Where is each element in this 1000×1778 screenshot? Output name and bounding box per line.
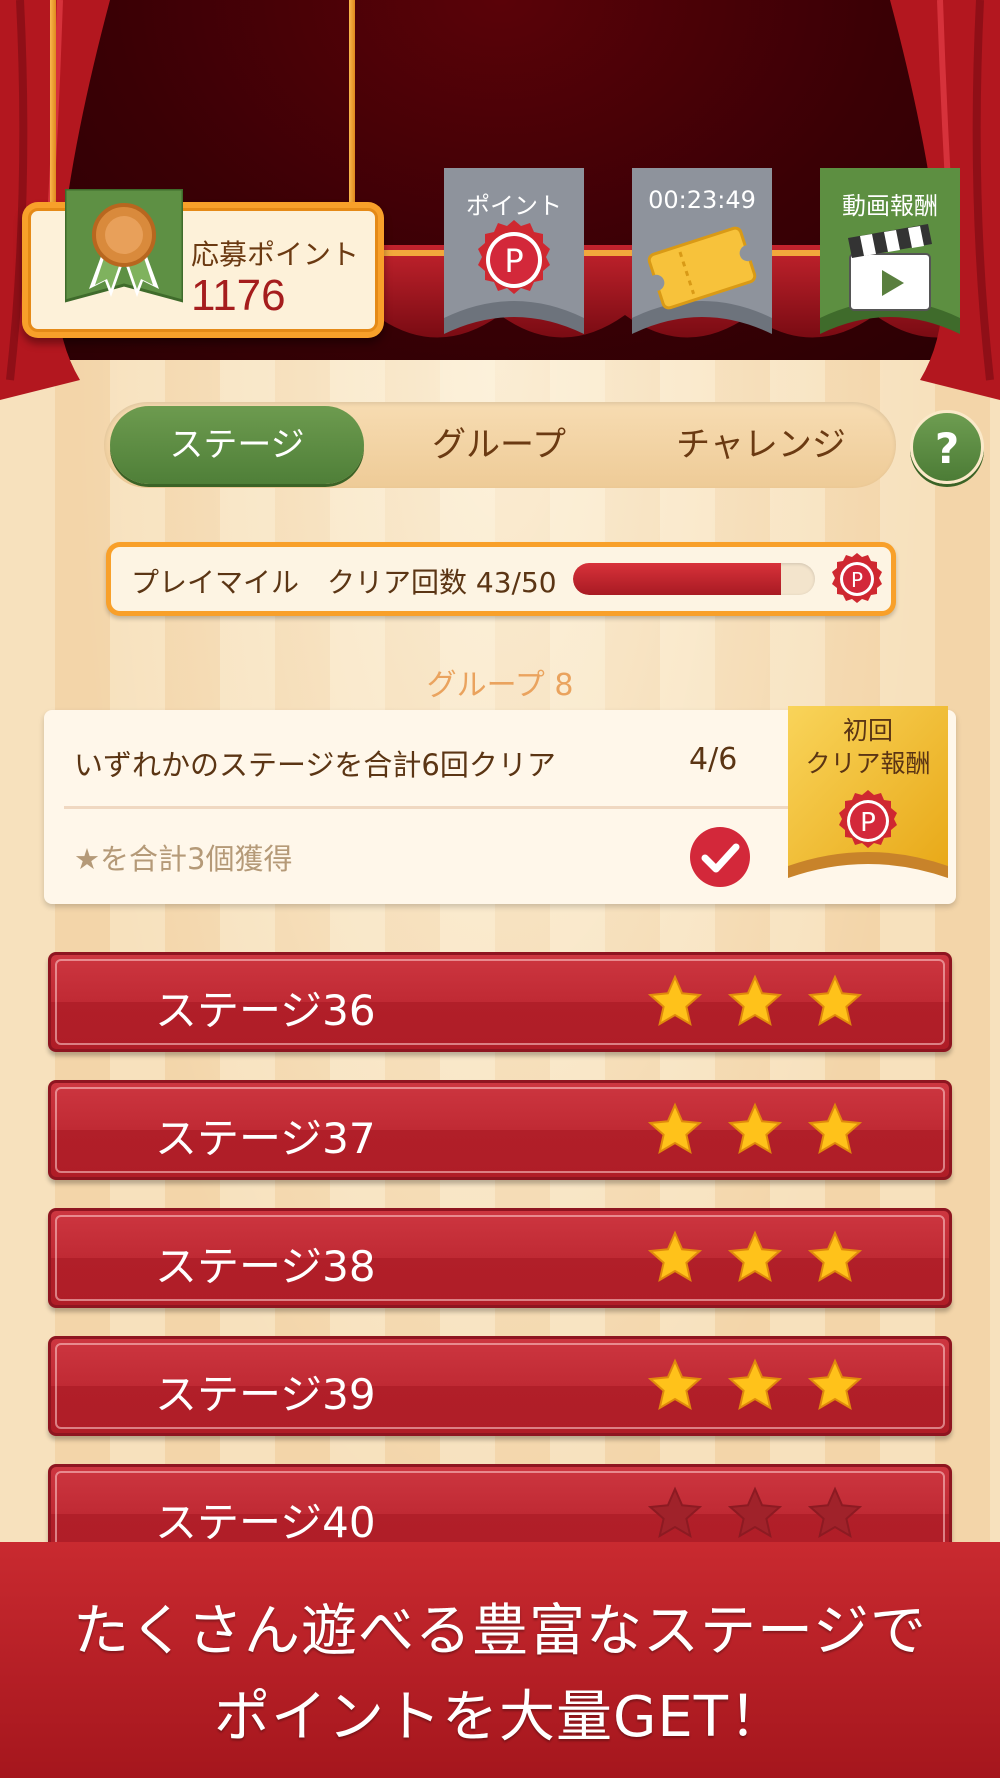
promo-banner: たくさん遊べる豊富なステージで ポイントを大量GET！: [0, 1542, 1000, 1778]
point-banner-button[interactable]: P ポイント: [444, 168, 584, 358]
mission-clear-count-text: いずれかのステージを合計6回クリア: [74, 748, 556, 782]
stage-name: ステージ36: [155, 986, 376, 1035]
star-empty-icon: [647, 1486, 703, 1539]
progress-bar-fill: [573, 563, 782, 595]
points-label: 応募ポイント: [191, 238, 360, 271]
mission-star-text: ★を合計3個獲得: [74, 842, 293, 876]
stage-name: ステージ39: [155, 1370, 376, 1419]
promo-line-2: ポイントを大量GET！: [214, 1685, 786, 1750]
tab-bar: ステージ グループ チャレンジ: [104, 402, 896, 488]
stage-row-36[interactable]: ステージ36: [48, 952, 952, 1052]
medal-icon: [65, 189, 183, 303]
star-empty-icon: [727, 1486, 783, 1539]
star-earned-icon: [807, 1102, 863, 1155]
ticket-timer-label: 00:23:49: [648, 186, 756, 214]
first-clear-reward-label: 初回 クリア報酬: [788, 714, 948, 780]
progress-bar: [573, 563, 815, 595]
star-earned-icon: [807, 1230, 863, 1283]
point-banner-label: ポイント: [466, 192, 562, 220]
hanging-rope: [50, 0, 56, 205]
star-earned-icon: [727, 974, 783, 1027]
group-title: グループ 8: [426, 668, 574, 703]
star-earned-icon: [807, 974, 863, 1027]
svg-text:P: P: [504, 242, 523, 280]
star-earned-icon: [727, 1102, 783, 1155]
svg-text:P: P: [851, 568, 863, 592]
stage-name: ステージ40: [155, 1498, 376, 1547]
svg-text:P: P: [860, 808, 876, 838]
stage-stars: [647, 1230, 863, 1283]
stage-name: ステージ38: [155, 1242, 376, 1291]
point-coin-icon: P: [832, 553, 882, 603]
hanging-rope: [349, 0, 355, 205]
application-points-board: 応募ポイント 1176: [22, 189, 384, 338]
mission-divider: [64, 806, 810, 809]
stage-row-39[interactable]: ステージ39: [48, 1336, 952, 1436]
check-icon: [690, 827, 750, 887]
star-earned-icon: [727, 1358, 783, 1411]
points-value: 1176: [191, 271, 286, 320]
tab-group[interactable]: グループ: [372, 402, 626, 488]
tab-stage[interactable]: ステージ: [110, 406, 364, 484]
stage-stars: [647, 1102, 863, 1155]
star-earned-icon: [647, 974, 703, 1027]
clapperboard-icon: [848, 224, 932, 311]
reward-label-line1: 初回: [842, 716, 893, 745]
ticket-timer-banner-button[interactable]: 00:23:49: [632, 168, 772, 358]
video-reward-banner-button[interactable]: 動画報酬: [820, 168, 960, 358]
mission-card: いずれかのステージを合計6回クリア 4/6 ★を合計3個獲得 P 初回 クリア報…: [44, 706, 956, 904]
stage-stars: [647, 974, 863, 1027]
stage-row-37[interactable]: ステージ37: [48, 1080, 952, 1180]
stage-row-38[interactable]: ステージ38: [48, 1208, 952, 1308]
star-earned-icon: [807, 1358, 863, 1411]
video-reward-label: 動画報酬: [842, 192, 938, 220]
play-mile-progress: プレイマイル クリア回数 43/50 P: [106, 542, 896, 616]
tab-challenge[interactable]: チャレンジ: [634, 402, 888, 488]
reward-label-line2: クリア報酬: [805, 749, 931, 778]
promo-line-1: たくさん遊べる豊富なステージで: [73, 1599, 927, 1664]
stage-stars: [647, 1486, 863, 1539]
star-earned-icon: [647, 1230, 703, 1283]
stage-name: ステージ37: [155, 1114, 376, 1163]
help-button[interactable]: ?: [910, 410, 984, 484]
star-earned-icon: [647, 1358, 703, 1411]
progress-label: プレイマイル クリア回数 43/50: [131, 566, 557, 599]
star-earned-icon: [727, 1230, 783, 1283]
star-empty-icon: [807, 1486, 863, 1539]
mission-progress-count: 4/6: [689, 742, 738, 777]
star-earned-icon: [647, 1102, 703, 1155]
stage-stars: [647, 1358, 863, 1411]
first-clear-reward-ribbon: P 初回 クリア報酬: [788, 706, 996, 892]
